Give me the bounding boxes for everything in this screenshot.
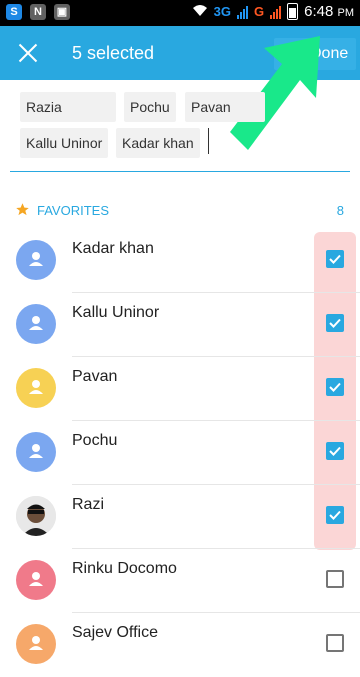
contact-checkbox[interactable] (326, 570, 344, 588)
favorites-count: 8 (336, 203, 344, 218)
person-icon (29, 636, 43, 650)
person-icon (29, 572, 43, 586)
avatar-photo (16, 496, 56, 536)
check-icon (329, 446, 341, 456)
contact-row-kallu-uninor[interactable]: Kallu Uninor (0, 294, 360, 357)
notification-icon: N (30, 4, 46, 20)
contact-name: Rinku Docomo (72, 560, 177, 577)
avatar (16, 624, 56, 664)
contact-row-pochu[interactable]: Pochu (0, 422, 360, 485)
contact-name: Kallu Uninor (72, 304, 160, 321)
contact-name: Kadar khan (72, 240, 154, 257)
contact-name: Sajev Office (72, 624, 158, 641)
contact-checkbox[interactable] (326, 506, 344, 524)
status-right-icons: 3G G 6:48 PM (192, 3, 354, 20)
status-left-icons: S N ▣ (6, 4, 70, 20)
contact-checkbox[interactable] (326, 378, 344, 396)
contact-name: Razi (72, 496, 105, 513)
contact-name: Pavan (72, 368, 118, 385)
person-icon (29, 252, 43, 266)
network-type: 3G (213, 4, 231, 19)
check-icon (329, 318, 341, 328)
close-icon[interactable] (14, 39, 42, 67)
divider (72, 292, 360, 293)
selection-count: 5 selected (72, 43, 155, 63)
avatar (16, 304, 56, 344)
favorites-label: FAVORITES (37, 203, 109, 218)
chip-pavan[interactable]: Pavan (185, 92, 265, 122)
chip-kallu-uninor[interactable]: Kallu Uninor (20, 128, 109, 158)
star-icon (16, 203, 29, 216)
chip-kadar-khan[interactable]: Kadar khan (116, 128, 200, 158)
divider (72, 612, 360, 613)
text-cursor (208, 128, 209, 154)
status-bar: S N ▣ 3G G 6:48 PM (0, 0, 360, 26)
clock: 6:48 PM (304, 3, 354, 20)
check-icon (329, 510, 341, 520)
avatar (16, 368, 56, 408)
contact-row-pavan[interactable]: Pavan (0, 358, 360, 421)
contact-checkbox[interactable] (326, 442, 344, 460)
avatar (16, 240, 56, 280)
selected-chips: Razia Pochu Pavan Kallu Uninor Kadar kha… (0, 80, 360, 176)
check-icon (329, 254, 341, 264)
avatar (16, 560, 56, 600)
profile-photo-icon (16, 496, 56, 536)
person-icon (29, 444, 43, 458)
favorites-header: FAVORITES 8 (0, 196, 360, 224)
contact-checkbox[interactable] (326, 634, 344, 652)
contact-row-sajev-office[interactable]: Sajev Office (0, 614, 360, 677)
contact-checkbox[interactable] (326, 250, 344, 268)
divider (72, 548, 360, 549)
check-icon (329, 382, 341, 392)
avatar (16, 432, 56, 472)
chip-pochu[interactable]: Pochu (124, 92, 176, 122)
contact-name: Pochu (72, 432, 118, 449)
contact-row-rinku-docomo[interactable]: Rinku Docomo (0, 550, 360, 613)
wifi-icon (192, 3, 208, 20)
chips-underline (10, 171, 350, 172)
divider (72, 484, 360, 485)
chip-razia[interactable]: Razia (20, 92, 116, 122)
battery-icon (287, 3, 299, 20)
contact-row-kadar-khan[interactable]: Kadar khan (0, 230, 360, 293)
contact-checkbox[interactable] (326, 314, 344, 332)
person-icon (29, 380, 43, 394)
divider (72, 356, 360, 357)
signal-icon-2 (270, 5, 282, 19)
person-icon (29, 316, 43, 330)
gallery-icon: ▣ (54, 4, 70, 20)
skype-icon: S (6, 4, 22, 20)
signal-icon (237, 5, 248, 19)
contact-row-razi[interactable]: Razi (0, 486, 360, 549)
divider (72, 420, 360, 421)
carrier-mark: G (254, 4, 265, 19)
